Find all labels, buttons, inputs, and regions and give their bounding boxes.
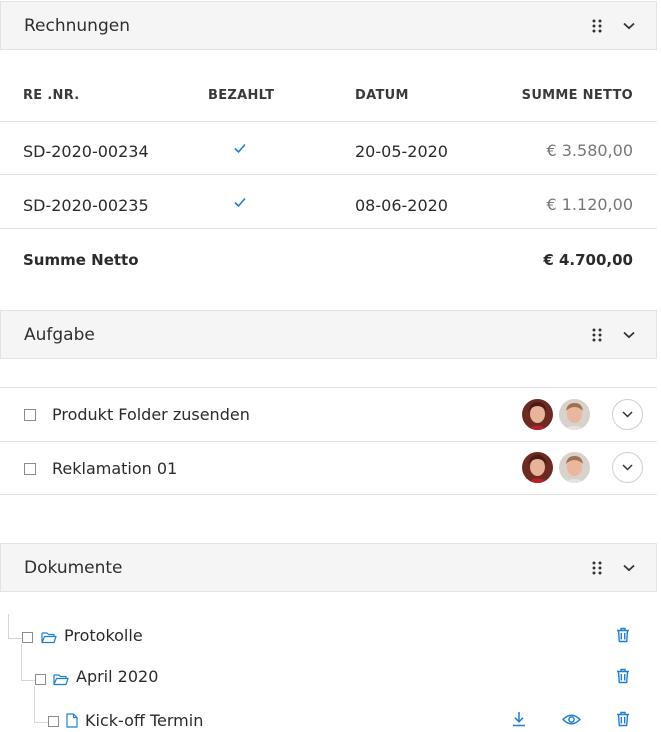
invoice-sum: € 1.120,00 (546, 195, 633, 214)
rechnungen-title: Rechnungen (24, 15, 130, 36)
trash-icon[interactable] (614, 710, 632, 728)
task-label: Reklamation 01 (52, 459, 178, 478)
chevron-down-icon[interactable] (622, 561, 636, 575)
chevron-down-icon[interactable] (622, 19, 636, 33)
aufgabe-header: Aufgabe (0, 310, 657, 359)
trash-icon[interactable] (614, 667, 632, 685)
tree-label: Kick-off Termin (85, 711, 204, 730)
avatar[interactable] (522, 399, 553, 430)
drag-handle-icon[interactable] (590, 19, 604, 33)
total-value: € 4.700,00 (543, 251, 633, 269)
invoice-date: 08-06-2020 (355, 196, 448, 215)
tree-checkbox[interactable] (35, 674, 46, 685)
dokumente-header: Dokumente (0, 543, 657, 592)
tree-checkbox[interactable] (48, 716, 59, 727)
aufgabe-title: Aufgabe (24, 324, 95, 345)
task-checkbox[interactable] (24, 463, 36, 475)
col-header-nr: RE .NR. (23, 88, 80, 103)
eye-icon[interactable] (561, 710, 581, 728)
drag-handle-icon[interactable] (590, 328, 604, 342)
invoice-number: SD-2020-00235 (23, 196, 149, 215)
expand-task-button[interactable] (612, 452, 643, 483)
dokumente-title: Dokumente (24, 557, 123, 578)
expand-task-button[interactable] (612, 399, 643, 430)
task-label: Produkt Folder zusenden (52, 405, 250, 424)
folder-open-icon (53, 671, 69, 690)
col-header-sum: SUMME NETTO (521, 88, 633, 103)
tree-label: April 2020 (76, 667, 159, 686)
folder-open-icon (41, 629, 57, 648)
invoice-sum: € 3.580,00 (546, 141, 633, 160)
rechnungen-header: Rechnungen (0, 1, 657, 50)
col-header-date: DATUM (355, 88, 409, 103)
file-icon (66, 713, 78, 732)
download-icon[interactable] (510, 710, 528, 728)
total-label: Summe Netto (23, 251, 139, 269)
drag-handle-icon[interactable] (590, 561, 604, 575)
tree-label: Protokolle (64, 626, 143, 645)
avatar[interactable] (559, 399, 590, 430)
col-header-paid: BEZAHLT (208, 88, 275, 103)
trash-icon[interactable] (614, 626, 632, 644)
invoice-date: 20-05-2020 (355, 142, 448, 161)
tree-checkbox[interactable] (22, 632, 33, 643)
checkmark-icon (233, 139, 247, 158)
chevron-down-icon[interactable] (622, 328, 636, 342)
avatar[interactable] (522, 452, 553, 483)
checkmark-icon (233, 193, 247, 212)
task-checkbox[interactable] (24, 409, 36, 421)
avatar[interactable] (559, 452, 590, 483)
invoice-number: SD-2020-00234 (23, 142, 149, 161)
